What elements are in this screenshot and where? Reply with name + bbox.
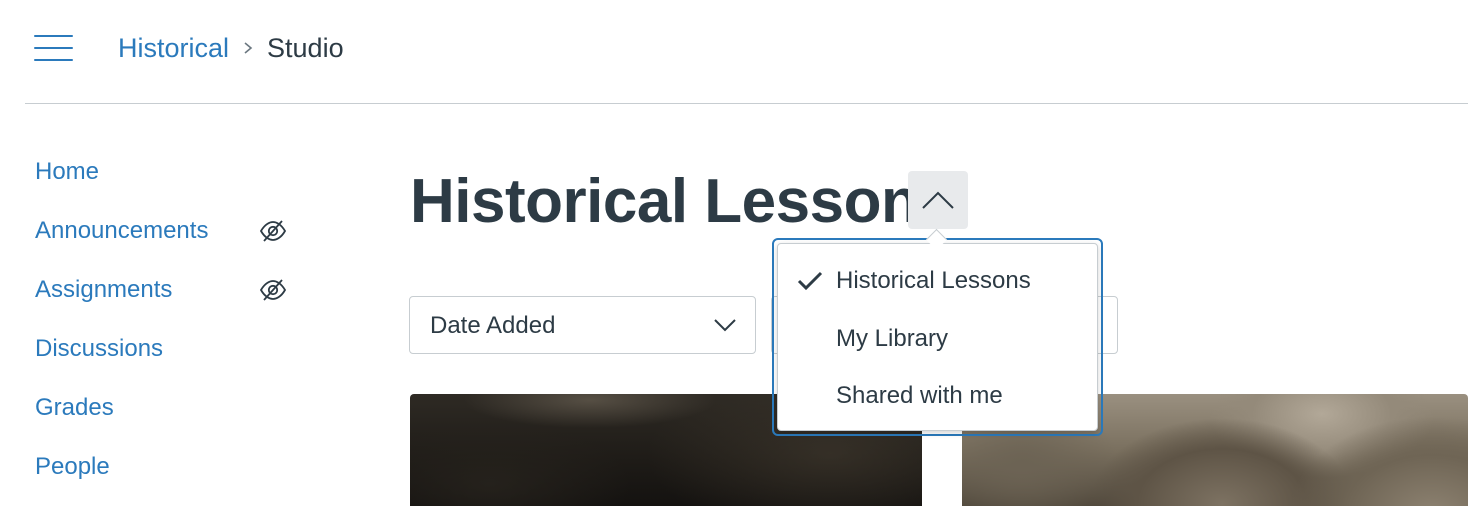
eye-slash-icon xyxy=(259,220,287,242)
breadcrumb-current: Studio xyxy=(267,32,344,63)
sidebar-item-home[interactable]: Home xyxy=(35,150,295,194)
sidebar-item-people[interactable]: People xyxy=(35,445,295,489)
sidebar-item-label: Announcements xyxy=(35,217,209,244)
menu-item-historical-lessons[interactable]: Historical Lessons xyxy=(778,253,1097,309)
sidebar-item-announcements[interactable]: Announcements xyxy=(35,209,295,253)
breadcrumb-course-link[interactable]: Historical xyxy=(118,33,229,64)
menu-item-my-library[interactable]: My Library xyxy=(778,311,1097,367)
breadcrumb: Historical Studio xyxy=(118,28,344,68)
checkmark-icon xyxy=(797,271,823,291)
sidebar-item-label: Home xyxy=(35,158,100,185)
sidebar-item-discussions[interactable]: Discussions xyxy=(35,327,295,371)
menu-item-label: Historical Lessons xyxy=(836,267,1031,294)
chevron-right-icon xyxy=(244,42,253,54)
sort-select[interactable]: Date Added xyxy=(409,296,756,354)
hamburger-menu-icon[interactable] xyxy=(34,34,74,62)
menu-item-shared-with-me[interactable]: Shared with me xyxy=(778,368,1097,424)
header-divider xyxy=(25,103,1468,104)
sidebar-item-label: Discussions xyxy=(35,335,164,362)
chevron-up-icon xyxy=(922,191,954,209)
collection-menu-toggle-button[interactable] xyxy=(908,171,968,229)
sidebar-item-label: Assignments xyxy=(35,276,173,303)
chevron-down-icon xyxy=(714,319,736,332)
menu-item-label: Shared with me xyxy=(836,382,1003,409)
sort-select-value: Date Added xyxy=(430,312,556,339)
sidebar-item-label: Grades xyxy=(35,394,114,421)
eye-slash-icon xyxy=(259,279,287,301)
collection-menu: Historical Lessons My Library Shared wit… xyxy=(777,243,1098,431)
sidebar-item-label: People xyxy=(35,453,110,480)
top-bar: Historical Studio xyxy=(0,0,1468,104)
sidebar-item-grades[interactable]: Grades xyxy=(35,386,295,430)
page-title: Historical Lessons xyxy=(410,167,953,236)
sidebar-item-assignments[interactable]: Assignments xyxy=(35,268,295,312)
menu-item-label: My Library xyxy=(836,325,949,352)
